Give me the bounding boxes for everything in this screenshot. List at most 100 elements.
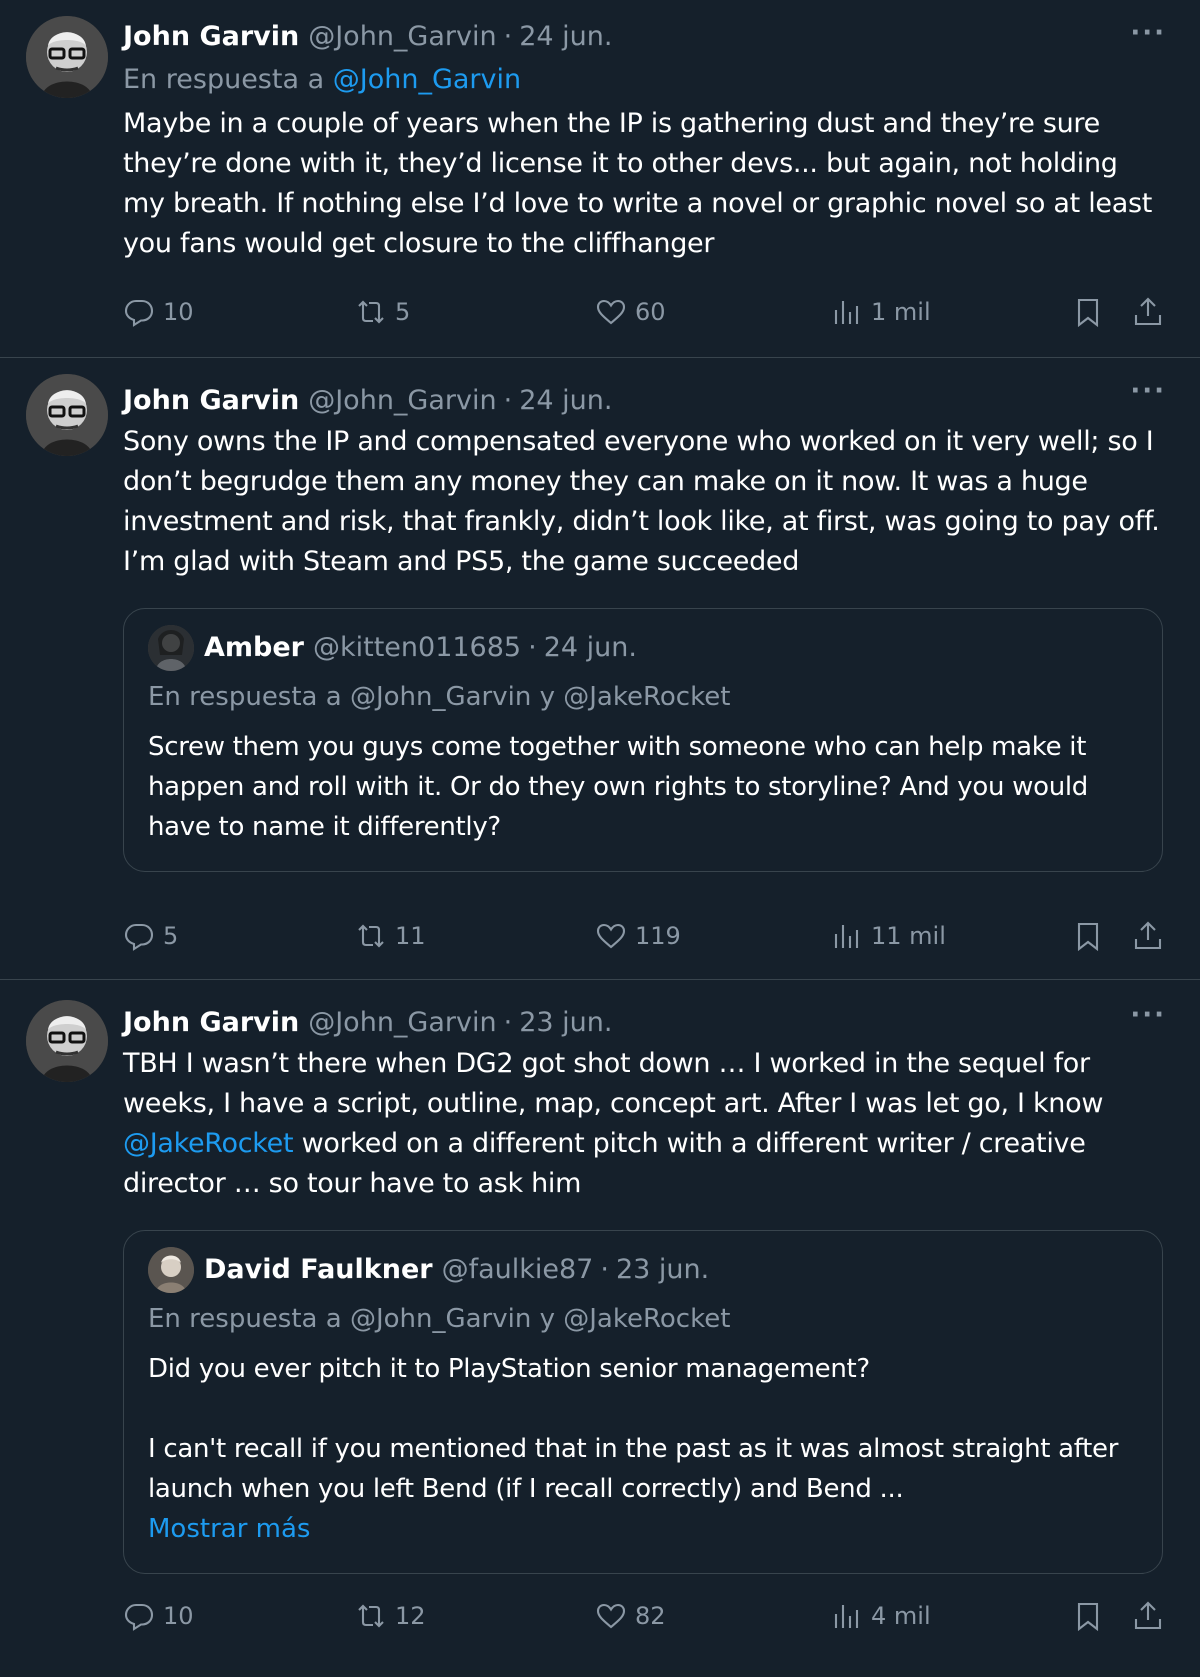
bookmark-icon [1077, 1602, 1099, 1632]
quote-reply-context: En respuesta a @John_Garvin y @JakeRocke… [148, 682, 731, 712]
like-button[interactable]: 119 [595, 916, 681, 956]
quote-author-handle: @kitten011685 [312, 632, 522, 663]
share-button[interactable] [1132, 1596, 1164, 1636]
tweet-text-part: TBH I wasn’t there when DG2 got shot dow… [123, 1048, 1104, 1119]
quote-date: 23 jun. [615, 1254, 710, 1285]
reply-prefix: En respuesta a [123, 64, 325, 95]
retweet-count: 11 [395, 922, 426, 950]
views-icon [834, 1605, 859, 1628]
tweet[interactable]: ··· John Garvin @John_Garvin · 23 jun. T… [0, 980, 1200, 1677]
views-icon [834, 925, 859, 948]
retweet-icon [358, 300, 384, 324]
share-icon [1134, 297, 1162, 326]
reply-icon [124, 299, 154, 327]
like-count: 119 [635, 922, 681, 950]
author-name[interactable]: John Garvin [123, 20, 299, 54]
quote-header: David Faulkner @faulkie87 · 23 jun. [148, 1247, 1138, 1293]
mention-link[interactable]: @JakeRocket [123, 1128, 294, 1159]
avatar[interactable] [26, 16, 108, 98]
avatar[interactable] [26, 374, 108, 456]
tweet-header: John Garvin @John_Garvin · 24 jun. [123, 20, 1164, 54]
quoted-tweet[interactable]: David Faulkner @faulkie87 · 23 jun. En r… [123, 1230, 1163, 1574]
author-name[interactable]: John Garvin [123, 384, 299, 418]
quote-header: Amber @kitten011685 · 24 jun. [148, 625, 1138, 671]
bookmark-button[interactable] [1072, 1596, 1104, 1636]
like-button[interactable]: 60 [595, 292, 666, 332]
tweet-header: John Garvin @John_Garvin · 23 jun. [123, 1006, 1164, 1040]
separator-dot: · [503, 385, 513, 416]
more-options-icon[interactable]: ··· [1130, 376, 1166, 406]
bookmark-button[interactable] [1072, 916, 1104, 956]
author-handle[interactable]: @John_Garvin [308, 1006, 496, 1040]
reply-icon [124, 1603, 154, 1631]
retweet-button[interactable]: 12 [355, 1596, 426, 1636]
like-count: 82 [635, 1602, 666, 1630]
separator-dot: · [503, 21, 513, 52]
reply-count: 10 [163, 298, 194, 326]
reply-count: 5 [163, 922, 179, 950]
tweet-text: TBH I wasn’t there when DG2 got shot dow… [123, 1044, 1164, 1204]
reply-button[interactable]: 10 [123, 292, 194, 332]
tweet-text: Sony owns the IP and compensated everyon… [123, 426, 1160, 577]
reply-button[interactable]: 10 [123, 1596, 194, 1636]
retweet-count: 12 [395, 1602, 426, 1630]
retweet-button[interactable]: 5 [355, 292, 410, 332]
action-bar: 10 5 60 1 mil [123, 292, 1164, 332]
timeline: ··· John Garvin @John_Garvin · 24 jun. E… [0, 0, 1200, 1677]
reply-mention-link[interactable]: @John_Garvin [333, 64, 521, 95]
retweet-button[interactable]: 11 [355, 916, 426, 956]
quote-author-name: David Faulkner [204, 1254, 433, 1285]
more-options-icon[interactable]: ··· [1130, 18, 1166, 48]
heart-icon [596, 923, 626, 949]
views-button[interactable]: 11 mil [831, 916, 946, 956]
tweet-date[interactable]: 24 jun. [519, 20, 612, 54]
heart-icon [596, 1603, 626, 1629]
reply-context: En respuesta a @John_Garvin [123, 60, 1164, 100]
bookmark-icon [1077, 922, 1099, 952]
bookmark-icon [1077, 298, 1099, 328]
quote-author-handle: @faulkie87 [441, 1254, 594, 1285]
quote-text-paragraph: Did you ever pitch it to PlayStation sen… [148, 1354, 870, 1384]
share-button[interactable] [1132, 292, 1164, 332]
action-bar: 10 12 82 4 mil [123, 1596, 1164, 1636]
quote-text: Screw them you guys come together with s… [148, 732, 1089, 842]
heart-icon [596, 299, 626, 325]
views-button[interactable]: 4 mil [831, 1596, 931, 1636]
quote-date: 24 jun. [543, 632, 637, 663]
avatar[interactable] [26, 1000, 108, 1082]
retweet-count: 5 [395, 298, 411, 326]
views-icon [834, 301, 859, 324]
author-name[interactable]: John Garvin [123, 1006, 299, 1040]
view-count: 11 mil [871, 922, 946, 950]
separator-dot: · [503, 1007, 513, 1038]
share-icon [1134, 1601, 1162, 1630]
author-handle[interactable]: @John_Garvin [308, 384, 496, 418]
share-button[interactable] [1132, 916, 1164, 956]
separator-dot: · [600, 1254, 609, 1285]
quote-avatar[interactable] [148, 1247, 194, 1293]
tweet-date[interactable]: 24 jun. [519, 384, 612, 418]
quote-reply-context: En respuesta a @John_Garvin y @JakeRocke… [148, 1304, 731, 1334]
tweet[interactable]: ··· John Garvin @John_Garvin · 24 jun. E… [0, 0, 1200, 358]
quote-avatar[interactable] [148, 625, 194, 671]
retweet-icon [358, 924, 384, 948]
author-handle[interactable]: @John_Garvin [308, 20, 496, 54]
like-count: 60 [635, 298, 666, 326]
tweet[interactable]: ··· John Garvin @John_Garvin · 24 jun. S… [0, 358, 1200, 980]
show-more-link[interactable]: Mostrar más [148, 1509, 1138, 1549]
tweet-date[interactable]: 23 jun. [519, 1006, 612, 1040]
view-count: 4 mil [871, 1602, 931, 1630]
quote-author-name: Amber [204, 632, 304, 663]
quoted-tweet[interactable]: Amber @kitten011685 · 24 jun. En respues… [123, 608, 1163, 872]
action-bar: 5 11 119 11 mil [123, 916, 1164, 956]
reply-icon [124, 923, 154, 951]
reply-button[interactable]: 5 [123, 916, 178, 956]
quote-text-paragraph: I can't recall if you mentioned that in … [148, 1434, 1119, 1504]
bookmark-button[interactable] [1072, 292, 1104, 332]
separator-dot: · [528, 632, 537, 663]
views-button[interactable]: 1 mil [831, 292, 931, 332]
more-options-icon[interactable]: ··· [1130, 1000, 1166, 1030]
like-button[interactable]: 82 [595, 1596, 666, 1636]
view-count: 1 mil [871, 298, 931, 326]
